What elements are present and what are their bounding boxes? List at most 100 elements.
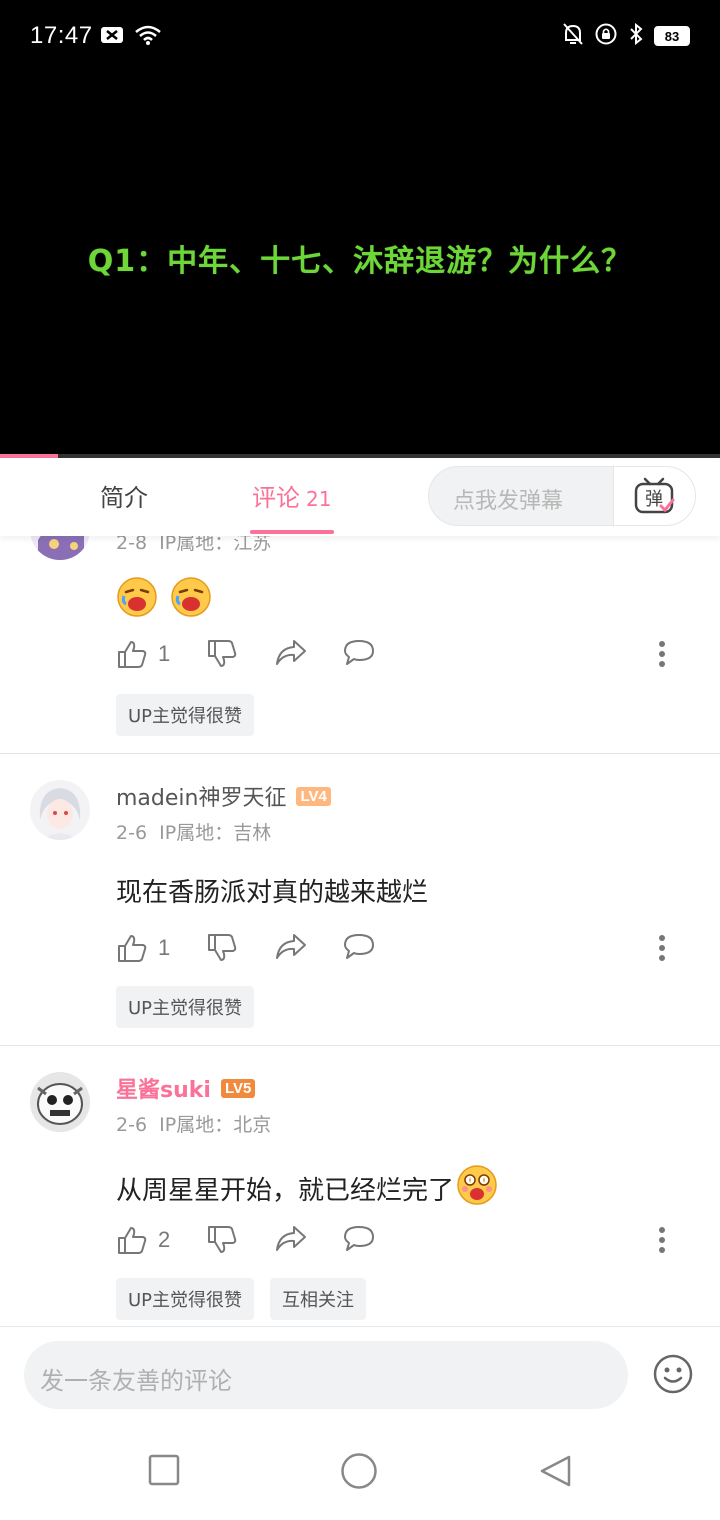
- comment-bubble-icon: [344, 640, 374, 665]
- back-triangle-icon: [540, 1455, 571, 1487]
- dislike-button[interactable]: [206, 932, 238, 964]
- mute-bell-icon: [562, 22, 584, 50]
- square-icon: [148, 1454, 180, 1486]
- system-nav-bar: [0, 1426, 720, 1520]
- reply-button[interactable]: [342, 638, 376, 668]
- like-button[interactable]: 1: [116, 932, 170, 964]
- tab-comments[interactable]: 评论 21: [252, 478, 331, 513]
- comment-tag: 互相关注: [270, 1278, 367, 1320]
- danmaku-toggle-button[interactable]: 弹: [613, 467, 695, 525]
- level-badge: LV4: [296, 786, 331, 806]
- comment-actions: 1: [116, 932, 676, 972]
- more-options-button[interactable]: [658, 640, 666, 672]
- rotation-lock-icon: [594, 22, 618, 50]
- comment-actions: 2: [116, 1224, 676, 1264]
- recents-button[interactable]: [148, 1454, 180, 1490]
- comment-bubble-icon: [344, 934, 374, 959]
- shocked-emoji-icon: [456, 1164, 498, 1213]
- comment-item: 星酱suki LV5 2-6 IP属地：北京 从周星星开始，就已经烂完了 2 U…: [0, 1068, 720, 1326]
- comment-ip: IP属地：吉林: [159, 822, 272, 844]
- like-count: 1: [158, 641, 171, 666]
- avatar[interactable]: [30, 780, 90, 840]
- drooling-emoji-icon: [170, 576, 212, 625]
- more-options-button[interactable]: [658, 1226, 666, 1258]
- share-icon: [276, 1226, 306, 1251]
- avatar[interactable]: [30, 1072, 90, 1132]
- comment-item: 2-8 IP属地：江苏 1 UP主觉得很赞: [0, 536, 720, 754]
- comment-meta: 2-6 IP属地：吉林: [116, 818, 271, 845]
- share-icon: [276, 640, 306, 665]
- comment-username[interactable]: 星酱suki: [116, 1072, 211, 1104]
- dislike-button[interactable]: [206, 1224, 238, 1256]
- more-vertical-icon: [659, 935, 665, 961]
- comment-list[interactable]: 2-8 IP属地：江苏 1 UP主觉得很赞 madein神罗天征 LV4 2-6…: [0, 536, 720, 1326]
- thumbs-down-icon: [208, 934, 237, 961]
- reply-button[interactable]: [342, 1224, 376, 1254]
- thumbs-down-icon: [208, 1226, 237, 1253]
- share-icon: [276, 934, 306, 959]
- danmaku-tv-icon: 弹: [634, 477, 674, 514]
- like-button[interactable]: 2: [116, 1224, 170, 1256]
- status-right-icons: 83: [562, 22, 690, 50]
- emoji-button[interactable]: [652, 1353, 694, 1399]
- reply-bar: 发一条友善的评论: [0, 1326, 720, 1426]
- comment-text-content: 从周星星开始，就已经烂完了: [116, 1176, 455, 1206]
- comment-item: madein神罗天征 LV4 2-6 IP属地：吉林 现在香肠派对真的越来越烂 …: [0, 776, 720, 1046]
- comment-text: [116, 576, 212, 625]
- danmaku-placeholder: 点我发弹幕: [453, 489, 564, 514]
- avatar[interactable]: [30, 536, 90, 560]
- more-options-button[interactable]: [658, 934, 666, 966]
- comment-tags: UP主觉得很赞: [116, 986, 255, 1028]
- comments-count: 21: [306, 487, 332, 511]
- video-player[interactable]: Q1：中年、十七、沐辞退游？为什么？: [0, 76, 720, 458]
- divider: [0, 1045, 720, 1046]
- like-button[interactable]: 1: [116, 638, 170, 670]
- tab-underline: [250, 530, 334, 534]
- dislike-button[interactable]: [206, 638, 238, 670]
- danmaku-input[interactable]: 点我发弹幕 弹: [428, 466, 696, 526]
- comment-input[interactable]: 发一条友善的评论: [24, 1341, 628, 1409]
- tab-comments-label: 评论: [252, 484, 300, 512]
- comment-tag: UP主觉得很赞: [116, 1278, 255, 1320]
- comment-user[interactable]: 星酱suki LV5: [116, 1072, 256, 1104]
- comment-tag: UP主觉得很赞: [116, 694, 255, 736]
- share-button[interactable]: [274, 932, 308, 962]
- thumbs-up-icon: [118, 935, 147, 962]
- drooling-emoji-icon: [116, 576, 158, 625]
- circle-icon: [341, 1453, 377, 1489]
- back-button[interactable]: [538, 1454, 572, 1492]
- divider: [0, 753, 720, 754]
- thumbs-down-icon: [208, 640, 237, 667]
- share-button[interactable]: [274, 1224, 308, 1254]
- comment-ip: IP属地：江苏: [159, 536, 272, 554]
- comment-ip: IP属地：北京: [159, 1114, 272, 1136]
- status-bar: 17:47 83: [0, 0, 720, 76]
- comment-date: 2-6: [116, 1114, 148, 1136]
- comment-text: 从周星星开始，就已经烂完了: [116, 1164, 498, 1213]
- comment-date: 2-8: [116, 536, 148, 554]
- video-subtitle: Q1：中年、十七、沐辞退游？为什么？: [87, 244, 633, 279]
- x-notification-icon: [100, 25, 124, 49]
- comment-user[interactable]: madein神罗天征 LV4: [116, 780, 331, 812]
- comment-meta: 2-8 IP属地：江苏: [116, 536, 271, 555]
- level-badge: LV5: [220, 1078, 256, 1098]
- comment-meta: 2-6 IP属地：北京: [116, 1110, 271, 1137]
- thumbs-up-icon: [118, 641, 147, 668]
- battery-icon: 83: [654, 26, 690, 46]
- more-vertical-icon: [659, 1227, 665, 1253]
- comment-actions: 1: [116, 638, 676, 678]
- home-button[interactable]: [340, 1452, 378, 1494]
- like-count: 1: [158, 935, 171, 960]
- comment-bubble-icon: [344, 1226, 374, 1251]
- reply-button[interactable]: [342, 932, 376, 962]
- comment-tags: UP主觉得很赞 互相关注: [116, 1278, 367, 1320]
- share-button[interactable]: [274, 638, 308, 668]
- tabs-bar: 简介 评论 21 点我发弹幕 弹: [0, 458, 720, 536]
- tab-intro[interactable]: 简介: [100, 478, 148, 513]
- bluetooth-icon: [628, 22, 644, 50]
- wifi-icon: [134, 24, 162, 50]
- smiley-icon: [653, 1354, 693, 1394]
- thumbs-up-icon: [118, 1227, 147, 1254]
- comment-username[interactable]: madein神罗天征: [116, 780, 286, 812]
- comment-text: 现在香肠派对真的越来越烂: [116, 878, 429, 908]
